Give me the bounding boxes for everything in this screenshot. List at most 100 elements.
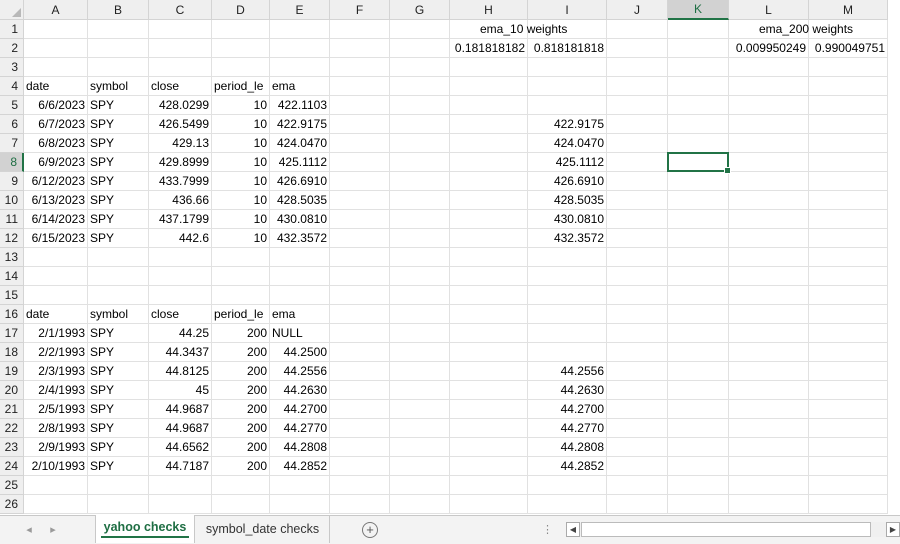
cell-E15[interactable] [270,286,330,305]
cell-A2[interactable] [24,39,88,58]
horizontal-scrollbar[interactable]: ◀ ▶ [566,522,900,537]
row-header-11[interactable]: 11 [0,210,24,229]
cell-G21[interactable] [390,400,450,419]
column-header-M[interactable]: M [809,0,888,20]
row-header-17[interactable]: 17 [0,324,24,343]
column-header-K[interactable]: K [668,0,729,20]
cell-H22[interactable] [450,419,528,438]
cell-B24[interactable]: SPY [88,457,149,476]
cell-A8[interactable]: 6/9/2023 [24,153,88,172]
cell-J12[interactable] [607,229,668,248]
cell-J1[interactable] [607,20,668,39]
cell-M20[interactable] [809,381,888,400]
cell-M25[interactable] [809,476,888,495]
cell-E14[interactable] [270,267,330,286]
cell-B25[interactable] [88,476,149,495]
cell-D16[interactable]: period_le [212,305,270,324]
cell-B22[interactable]: SPY [88,419,149,438]
cell-J11[interactable] [607,210,668,229]
row-header-26[interactable]: 26 [0,495,24,514]
cell-K13[interactable] [668,248,729,267]
cell-F13[interactable] [330,248,390,267]
cell-G18[interactable] [390,343,450,362]
cell-M21[interactable] [809,400,888,419]
cell-H12[interactable] [450,229,528,248]
cell-K19[interactable] [668,362,729,381]
cell-I2[interactable]: 0.818181818 [528,39,607,58]
cell-B19[interactable]: SPY [88,362,149,381]
cell-J9[interactable] [607,172,668,191]
cell-D26[interactable] [212,495,270,514]
cell-G16[interactable] [390,305,450,324]
cell-B10[interactable]: SPY [88,191,149,210]
cell-E23[interactable]: 44.2808 [270,438,330,457]
cell-B13[interactable] [88,248,149,267]
cell-C10[interactable]: 436.66 [149,191,212,210]
cell-H11[interactable] [450,210,528,229]
column-header-F[interactable]: F [330,0,390,20]
cell-K20[interactable] [668,381,729,400]
cell-G20[interactable] [390,381,450,400]
cell-I5[interactable] [528,96,607,115]
cell-F17[interactable] [330,324,390,343]
cell-L7[interactable] [729,134,809,153]
cell-E9[interactable]: 426.6910 [270,172,330,191]
tab-splitter-icon[interactable]: ⋮ [542,523,553,536]
cell-M23[interactable] [809,438,888,457]
cell-I4[interactable] [528,77,607,96]
cell-J6[interactable] [607,115,668,134]
cell-G4[interactable] [390,77,450,96]
cell-M5[interactable] [809,96,888,115]
row-header-22[interactable]: 22 [0,419,24,438]
column-header-I[interactable]: I [528,0,607,20]
column-header-B[interactable]: B [88,0,149,20]
cell-K2[interactable] [668,39,729,58]
cell-L6[interactable] [729,115,809,134]
cell-G19[interactable] [390,362,450,381]
cell-J18[interactable] [607,343,668,362]
cell-K10[interactable] [668,191,729,210]
row-header-10[interactable]: 10 [0,191,24,210]
cell-H2[interactable]: 0.181818182 [450,39,528,58]
cell-F3[interactable] [330,58,390,77]
cell-E22[interactable]: 44.2770 [270,419,330,438]
cell-K1[interactable] [668,20,729,39]
cell-A9[interactable]: 6/12/2023 [24,172,88,191]
cell-C7[interactable]: 429.13 [149,134,212,153]
cell-F24[interactable] [330,457,390,476]
cell-I23[interactable]: 44.2808 [528,438,607,457]
cell-A24[interactable]: 2/10/1993 [24,457,88,476]
chevron-right-icon[interactable]: ▸ [46,523,60,537]
cell-D10[interactable]: 10 [212,191,270,210]
cell-B8[interactable]: SPY [88,153,149,172]
cell-C1[interactable] [149,20,212,39]
cell-H18[interactable] [450,343,528,362]
cell-A26[interactable] [24,495,88,514]
cell-B21[interactable]: SPY [88,400,149,419]
cell-B7[interactable]: SPY [88,134,149,153]
cell-M4[interactable] [809,77,888,96]
cell-B17[interactable]: SPY [88,324,149,343]
row-header-16[interactable]: 16 [0,305,24,324]
row-header-21[interactable]: 21 [0,400,24,419]
cell-G1[interactable] [390,20,450,39]
cell-C5[interactable]: 428.0299 [149,96,212,115]
cell-M9[interactable] [809,172,888,191]
row-header-8[interactable]: 8 [0,153,24,172]
cell-L23[interactable] [729,438,809,457]
row-header-24[interactable]: 24 [0,457,24,476]
cell-K6[interactable] [668,115,729,134]
cell-E6[interactable]: 422.9175 [270,115,330,134]
cell-D4[interactable]: period_le [212,77,270,96]
cell-G5[interactable] [390,96,450,115]
cell-G11[interactable] [390,210,450,229]
cell-G25[interactable] [390,476,450,495]
cell-F8[interactable] [330,153,390,172]
cell-M17[interactable] [809,324,888,343]
column-header-A[interactable]: A [24,0,88,20]
cell-B5[interactable]: SPY [88,96,149,115]
cell-K24[interactable] [668,457,729,476]
cell-E2[interactable] [270,39,330,58]
cell-G10[interactable] [390,191,450,210]
cell-K7[interactable] [668,134,729,153]
